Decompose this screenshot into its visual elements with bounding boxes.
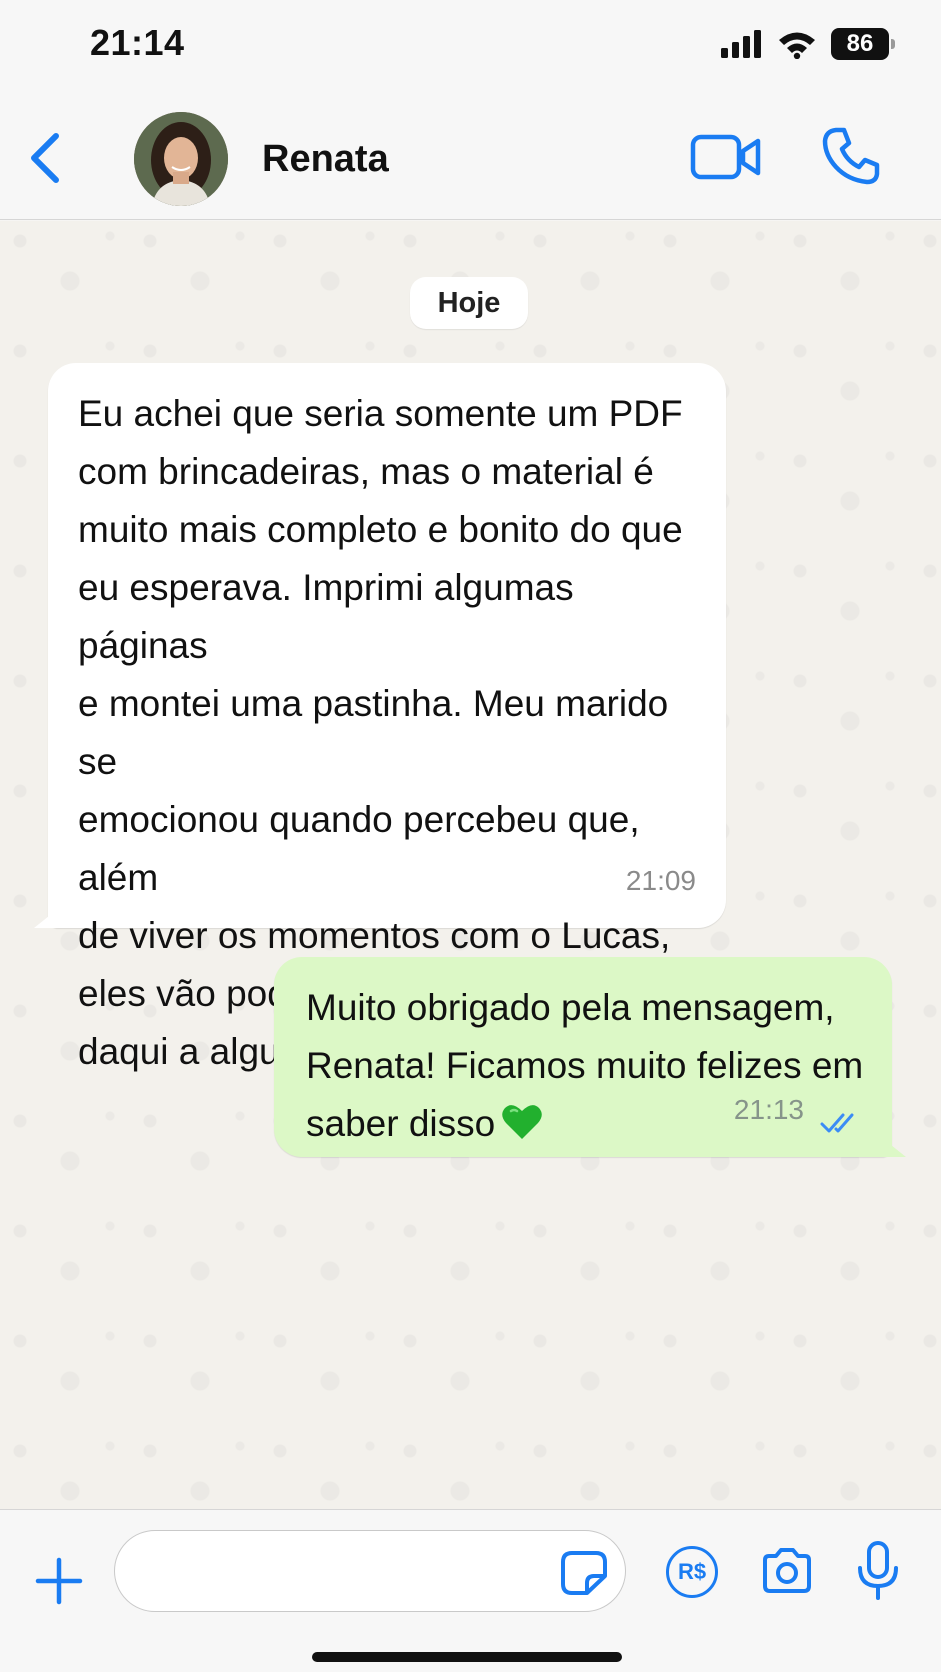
contact-name[interactable]: Renata xyxy=(262,138,389,181)
battery-icon: 86 xyxy=(831,28,895,60)
message-time: 21:13 xyxy=(733,1094,804,1125)
battery-level: 86 xyxy=(846,30,874,57)
video-call-icon xyxy=(690,134,761,180)
voice-call-button[interactable] xyxy=(822,126,880,186)
camera-button[interactable] xyxy=(760,1546,814,1596)
status-time: 21:14 xyxy=(90,22,185,63)
sticker-button[interactable] xyxy=(560,1550,608,1596)
phone-icon xyxy=(822,127,880,185)
incoming-message[interactable]: Eu achei que seria somente um PDF com br… xyxy=(48,363,726,1072)
chat-area[interactable]: Hoje Eu achei que seria somente um PDF c… xyxy=(0,221,941,1509)
avatar-image xyxy=(134,112,228,206)
wifi-icon xyxy=(779,32,815,59)
outgoing-message[interactable]: Muito obrigado pela mensagem, Renata! Fi… xyxy=(274,957,892,1157)
payment-button[interactable]: R$ xyxy=(666,1546,718,1598)
home-indicator[interactable] xyxy=(312,1652,622,1662)
input-bar: R$ xyxy=(0,1509,941,1672)
back-icon xyxy=(31,133,59,183)
message-input[interactable] xyxy=(114,1530,626,1612)
status-icons: 86 xyxy=(721,26,895,62)
sticker-icon xyxy=(561,1551,607,1595)
status-bar: 21:14 86 xyxy=(0,0,941,92)
date-chip: Hoje xyxy=(410,277,528,329)
chat-screen: 21:14 86 Renata Hoje Eu achei que seria … xyxy=(0,0,941,1672)
double-check-read-icon xyxy=(820,1113,854,1133)
payment-icon: R$ xyxy=(677,1559,707,1584)
camera-icon xyxy=(763,1548,811,1593)
signal-icon xyxy=(721,30,761,58)
microphone-button[interactable] xyxy=(856,1540,900,1602)
message-time: 21:09 xyxy=(625,865,696,896)
attach-button[interactable] xyxy=(34,1556,84,1606)
avatar[interactable] xyxy=(134,112,228,206)
microphone-icon xyxy=(858,1541,898,1600)
green-heart-icon xyxy=(502,1105,542,1139)
plus-icon xyxy=(35,1557,83,1605)
back-button[interactable] xyxy=(22,130,68,186)
video-call-button[interactable] xyxy=(690,132,762,182)
chat-header: Renata xyxy=(0,92,941,220)
